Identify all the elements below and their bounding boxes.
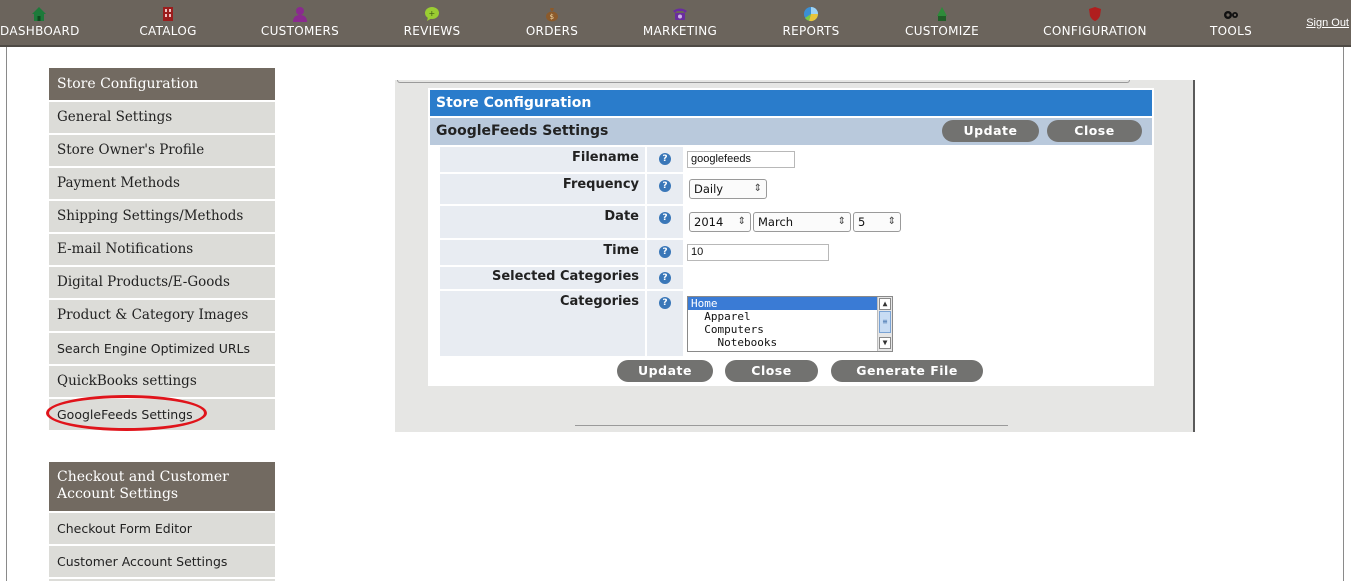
- pie-chart-icon: [804, 7, 819, 22]
- sidebar-checkout-settings: Checkout and Customer Account Settings C…: [49, 462, 275, 581]
- chevron-updown-icon: ⇕: [753, 183, 762, 194]
- update-button[interactable]: Update: [617, 360, 713, 382]
- content-divider-bottom: [575, 425, 1008, 426]
- page-frame-right: [1343, 47, 1344, 581]
- money-bag-icon: $: [546, 8, 558, 22]
- date-day-select[interactable]: 5 ⇕: [853, 212, 901, 232]
- update-button-top[interactable]: Update: [942, 120, 1039, 142]
- frequency-label: Frequency: [440, 174, 645, 204]
- shield-icon: [1089, 7, 1101, 21]
- listbox-scrollbar[interactable]: ▲ ≡ ▼: [877, 297, 892, 351]
- house-icon: [32, 7, 46, 21]
- list-item[interactable]: Computers: [688, 323, 892, 336]
- scrollbar-thumb[interactable]: ≡: [879, 311, 891, 333]
- help-icon[interactable]: ?: [659, 272, 671, 284]
- sidebar-store-configuration: Store Configuration General Settings Sto…: [49, 68, 275, 430]
- sidebar-item-partial[interactable]: [49, 577, 275, 581]
- sidebar-item-seo-urls[interactable]: Search Engine Optimized URLs: [49, 331, 275, 364]
- paint-icon: [937, 7, 947, 21]
- filename-label: Filename: [440, 147, 645, 172]
- nav-catalog[interactable]: CATALOG: [128, 0, 208, 47]
- generate-file-button[interactable]: Generate File: [831, 360, 983, 382]
- date-month-select[interactable]: March ⇕: [753, 212, 851, 232]
- nav-customers[interactable]: CUSTOMERS: [255, 0, 345, 47]
- chevron-updown-icon: ⇕: [887, 216, 896, 227]
- help-icon[interactable]: ?: [659, 297, 671, 309]
- page-frame-left: [6, 47, 7, 581]
- time-help-cell: ?: [647, 240, 683, 265]
- svg-text:$: $: [550, 13, 555, 21]
- list-item[interactable]: Home: [688, 297, 892, 310]
- sidebar-item-general-settings[interactable]: General Settings: [49, 100, 275, 133]
- help-icon[interactable]: ?: [659, 153, 671, 165]
- sign-out-link[interactable]: Sign Out: [1306, 17, 1349, 29]
- help-icon[interactable]: ?: [659, 246, 671, 258]
- selected-categories-label: Selected Categories: [440, 267, 645, 289]
- sidebar-item-shipping-settings[interactable]: Shipping Settings/Methods: [49, 199, 275, 232]
- sidebar-item-product-category-images[interactable]: Product & Category Images: [49, 298, 275, 331]
- scroll-up-arrow-icon[interactable]: ▲: [879, 298, 891, 310]
- scroll-down-arrow-icon[interactable]: ▼: [879, 337, 891, 349]
- nav-tools[interactable]: TOOLS: [1203, 0, 1259, 47]
- help-icon[interactable]: ?: [659, 180, 671, 192]
- sidebar-item-store-owner-profile[interactable]: Store Owner's Profile: [49, 133, 275, 166]
- categories-help-cell: ?: [647, 291, 683, 356]
- speech-bubble-icon: +: [425, 7, 439, 21]
- sidebar-heading: Store Configuration: [49, 68, 275, 100]
- list-item[interactable]: Notebooks: [688, 336, 892, 349]
- keys-icon: [1224, 11, 1238, 19]
- frequency-select[interactable]: Daily ⇕: [689, 179, 767, 199]
- content-divider-top: [397, 80, 1130, 83]
- nav-customize[interactable]: CUSTOMIZE: [900, 0, 984, 47]
- chevron-updown-icon: ⇕: [737, 216, 746, 227]
- nav-marketing[interactable]: MARKETING: [637, 0, 723, 47]
- sidebar-item-payment-methods[interactable]: Payment Methods: [49, 166, 275, 199]
- chevron-updown-icon: ⇕: [837, 216, 846, 227]
- nav-dashboard[interactable]: DASHBOARD: [0, 0, 79, 47]
- filename-help-cell: ?: [647, 147, 683, 172]
- filename-input[interactable]: googlefeeds: [687, 151, 795, 168]
- close-button[interactable]: Close: [725, 360, 818, 382]
- sidebar-heading: Checkout and Customer Account Settings: [49, 462, 275, 511]
- nav-configuration[interactable]: CONFIGURATION: [1037, 0, 1153, 47]
- nav-reports[interactable]: REPORTS: [774, 0, 848, 47]
- sidebar-item-digital-products[interactable]: Digital Products/E-Goods: [49, 265, 275, 298]
- sidebar-item-checkout-form-editor[interactable]: Checkout Form Editor: [49, 511, 275, 544]
- help-icon[interactable]: ?: [659, 212, 671, 224]
- frequency-help-cell: ?: [647, 174, 683, 204]
- panel-title: Store Configuration: [430, 90, 1152, 116]
- sidebar-item-customer-account-settings[interactable]: Customer Account Settings: [49, 544, 275, 577]
- close-button-top[interactable]: Close: [1047, 120, 1142, 142]
- date-year-select[interactable]: 2014 ⇕: [689, 212, 751, 232]
- selected-categories-help-cell: ?: [647, 267, 683, 289]
- book-icon: [163, 7, 173, 21]
- sidebar-item-quickbooks-settings[interactable]: QuickBooks settings: [49, 364, 275, 397]
- telephone-icon: [673, 8, 687, 20]
- selected-categories-value-cell: [685, 267, 1152, 289]
- nav-orders[interactable]: $ ORDERS: [517, 0, 587, 47]
- list-item[interactable]: Apparel: [688, 310, 892, 323]
- sidebar-item-googlefeeds-settings[interactable]: GoogleFeeds Settings: [49, 397, 275, 430]
- googlefeeds-settings-panel: Store Configuration GoogleFeeds Settings…: [428, 88, 1154, 386]
- panel-subtitle: GoogleFeeds Settings: [430, 118, 1152, 145]
- date-label: Date: [440, 206, 645, 238]
- date-help-cell: ?: [647, 206, 683, 238]
- person-icon: [293, 7, 307, 22]
- time-label: Time: [440, 240, 645, 265]
- top-navigation: DASHBOARD CATALOG CUSTOMERS + REVIEWS $ …: [0, 0, 1351, 47]
- time-input[interactable]: 10: [687, 244, 829, 261]
- categories-listbox[interactable]: Home Apparel Computers Notebooks ▲ ≡ ▼: [687, 296, 893, 352]
- sidebar-item-email-notifications[interactable]: E-mail Notifications: [49, 232, 275, 265]
- categories-label: Categories: [440, 291, 645, 356]
- nav-reviews[interactable]: + REVIEWS: [398, 0, 466, 47]
- svg-text:+: +: [428, 9, 435, 18]
